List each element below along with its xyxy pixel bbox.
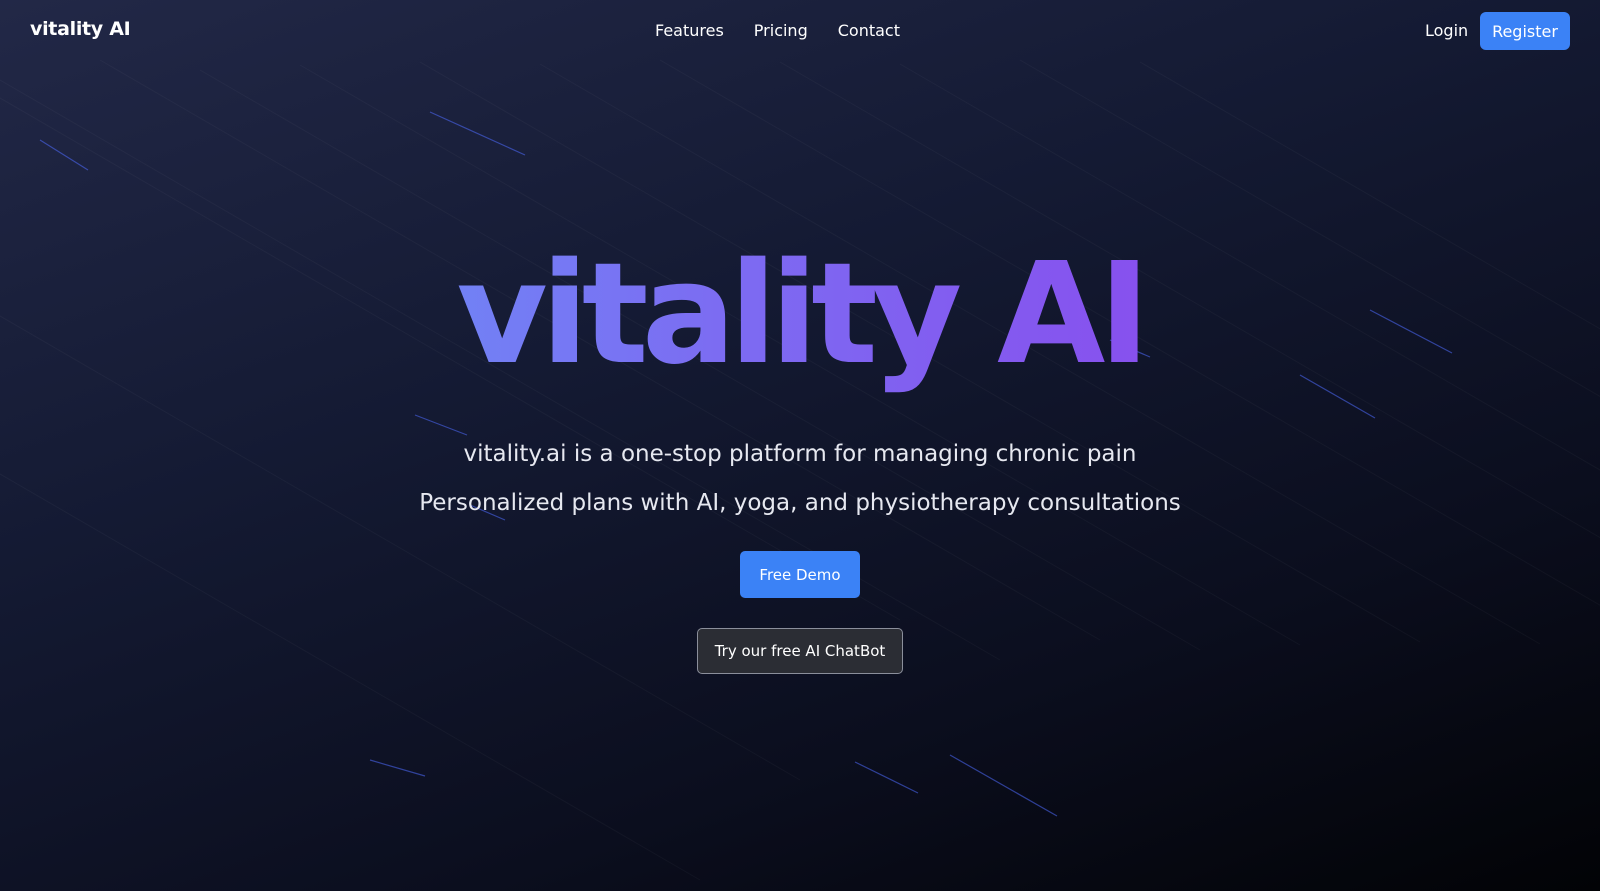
brand-logo[interactable]: vitality AI xyxy=(30,18,131,40)
register-button[interactable]: Register xyxy=(1480,12,1570,50)
nav-link-features[interactable]: Features xyxy=(655,21,724,40)
hero-subtitle-platform: vitality.ai is a one-stop platform for m… xyxy=(463,441,1137,467)
hero-title: vitality AI xyxy=(0,235,1600,395)
login-link[interactable]: Login xyxy=(1425,21,1468,40)
free-demo-button[interactable]: Free Demo xyxy=(740,551,860,598)
nav-link-contact[interactable]: Contact xyxy=(838,21,900,40)
top-navigation: vitality AI Features Pricing Contact Log… xyxy=(0,0,1600,62)
nav-links: Features Pricing Contact xyxy=(655,21,900,40)
hero-subtitle-plans: Personalized plans with AI, yoga, and ph… xyxy=(419,490,1181,516)
ai-chatbot-button[interactable]: Try our free AI ChatBot xyxy=(697,628,903,674)
nav-link-pricing[interactable]: Pricing xyxy=(754,21,808,40)
